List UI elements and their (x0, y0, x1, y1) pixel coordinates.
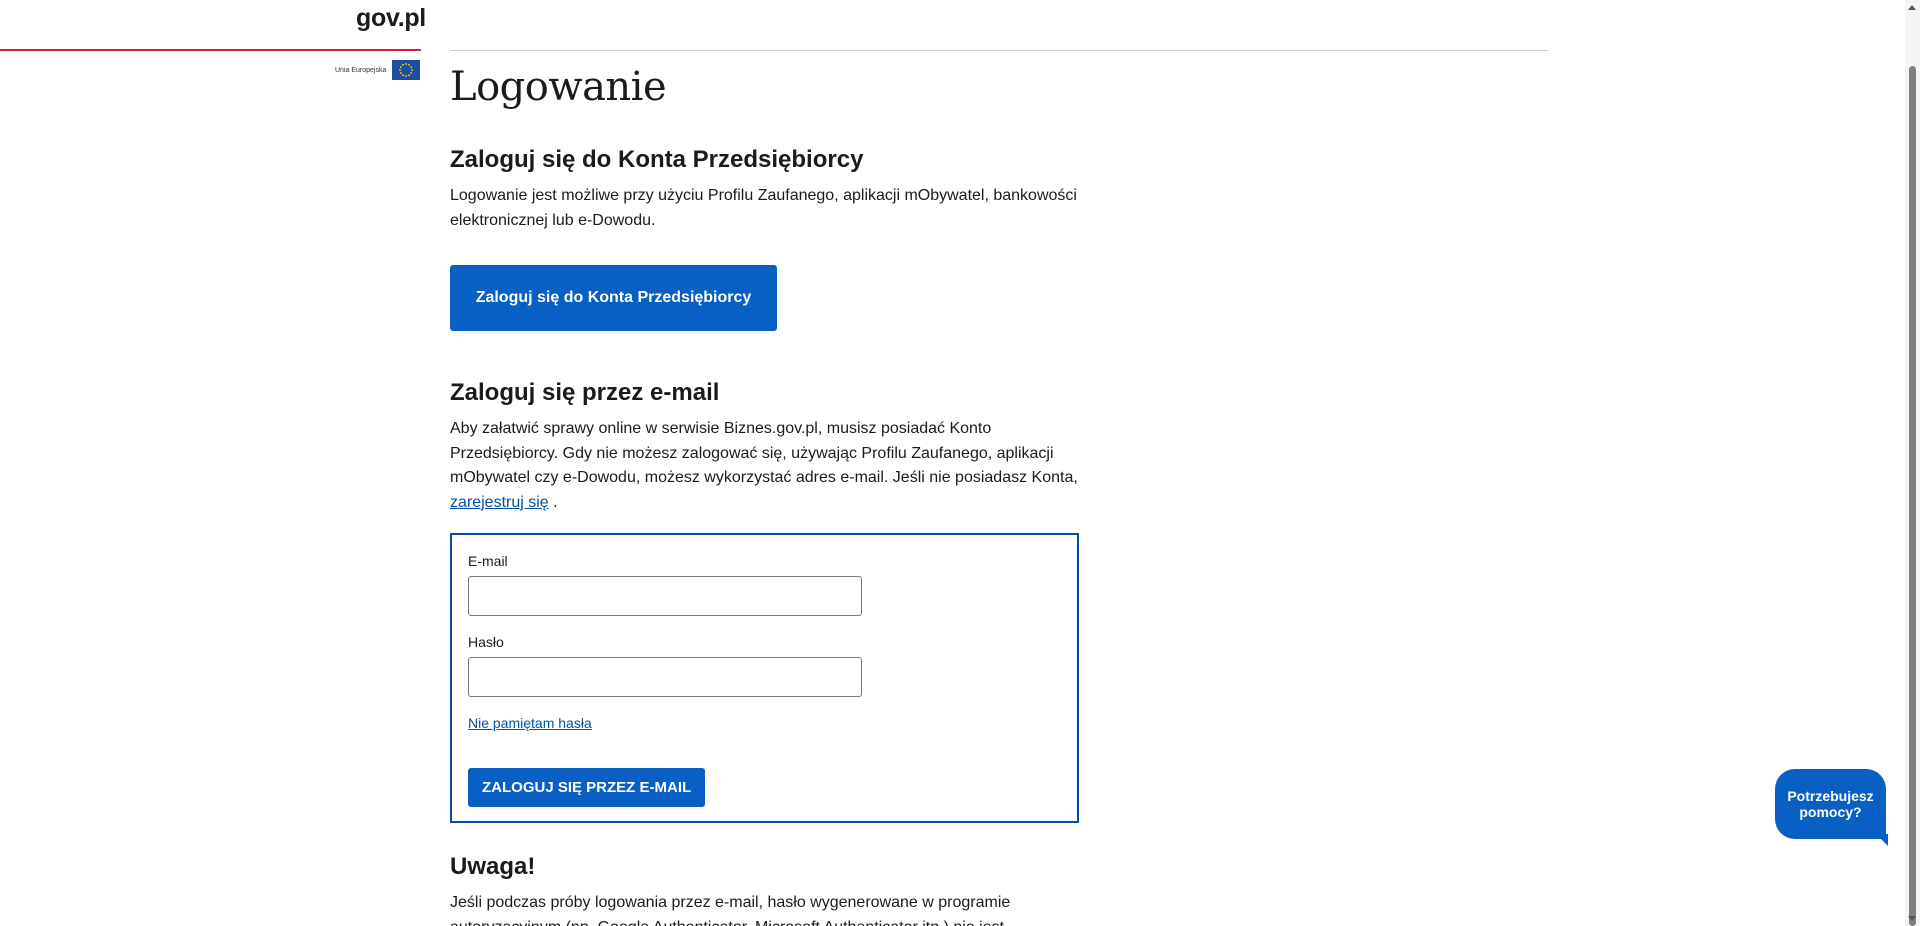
vertical-scrollbar[interactable] (1905, 0, 1920, 926)
main-content: Logowanie Zaloguj się do Konta Przedsięb… (450, 56, 1090, 926)
email-input[interactable] (468, 576, 862, 616)
header-red-line (0, 49, 421, 51)
help-chat-button[interactable]: Potrzebujesz pomocy? (1775, 769, 1888, 846)
password-label: Hasło (468, 634, 504, 650)
email-login-form: E-mail Hasło Nie pamiętam hasła ZALOGUJ … (450, 533, 1079, 823)
login-konto-button[interactable]: Zaloguj się do Konta Przedsiębiorcy (450, 265, 777, 331)
gov-pl-logo[interactable]: gov.pl (356, 4, 426, 33)
page-title: Logowanie (450, 64, 667, 110)
konto-section-description: Logowanie jest możliwe przy użyciu Profi… (450, 187, 1077, 229)
email-login-button[interactable]: ZALOGUJ SIĘ PRZEZ E-MAIL (468, 768, 706, 807)
content-divider (450, 50, 1548, 51)
warning-text: Jeśli podczas próby logowania przez e-ma… (450, 894, 1011, 926)
email-description-end: . (548, 493, 558, 511)
register-link[interactable]: zarejestruj się (450, 494, 549, 511)
scroll-down-icon[interactable] (1908, 916, 1916, 921)
scroll-up-icon[interactable] (1908, 5, 1916, 10)
forgot-password-link[interactable]: Nie pamiętam hasła (468, 715, 592, 731)
email-description-text: Aby załatwić sprawy online w serwisie Bi… (450, 420, 1078, 486)
email-section-description: Aby załatwić sprawy online w serwisie Bi… (450, 417, 1090, 515)
konto-section-title: Zaloguj się do Konta Przedsiębiorcy (450, 146, 864, 173)
password-input[interactable] (468, 657, 862, 697)
email-section-title: Zaloguj się przez e-mail (450, 379, 720, 406)
eu-flag-icon (392, 60, 421, 80)
scrollbar-thumb[interactable] (1909, 66, 1916, 926)
email-label: E-mail (468, 553, 508, 569)
eu-badge: Unia Europejska (335, 60, 421, 80)
eu-label: Unia Europejska (335, 66, 387, 74)
help-label: Potrzebujesz pomocy? (1787, 788, 1874, 820)
warning-title: Uwaga! (450, 853, 536, 880)
